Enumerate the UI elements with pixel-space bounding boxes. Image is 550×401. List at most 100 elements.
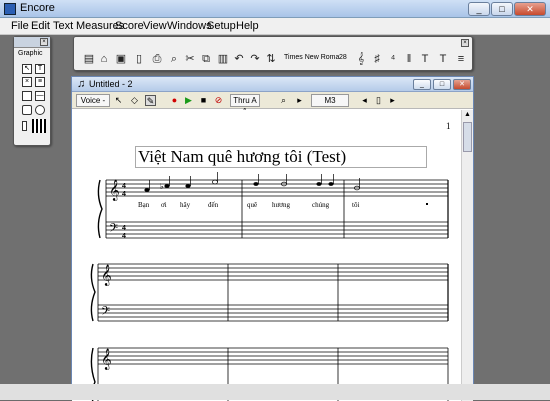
document-titlebar: ♫ Untitled - 2 _ □ ✕ — [72, 77, 473, 92]
doc-maximize-button[interactable]: □ — [433, 79, 451, 90]
lyric: hương — [272, 201, 290, 209]
maximize-button[interactable]: □ — [491, 2, 513, 16]
doc-minimize-button[interactable]: _ — [413, 79, 431, 90]
close-button[interactable]: ✕ — [514, 2, 546, 16]
flip-icon[interactable]: ⇅ — [264, 52, 278, 66]
bass-time-sig-top: 4 — [122, 225, 126, 232]
time-sig-top: 4 — [122, 183, 126, 190]
lyric: chúng — [312, 201, 330, 209]
menu-score[interactable]: Score — [115, 20, 144, 32]
undo-icon[interactable]: ↶ — [232, 52, 246, 66]
palette-header: × — [14, 37, 50, 48]
lyric: hãy — [180, 201, 191, 209]
line-tool-icon[interactable]: — — [35, 91, 45, 101]
menu-file[interactable]: File — [11, 20, 29, 32]
clef-icon[interactable]: 𝄞 — [354, 52, 368, 66]
status-bar — [0, 384, 550, 400]
arrow-tool-icon[interactable]: ↖ — [113, 95, 124, 106]
stop-icon[interactable]: ■ — [198, 95, 209, 106]
svg-text:♭: ♭ — [160, 182, 164, 191]
text-style-icon[interactable]: T — [436, 52, 450, 66]
text-block-icon[interactable]: T — [418, 52, 432, 66]
notes-measure-1: ♭ — [144, 172, 218, 192]
pencil-icon[interactable]: ✎ — [145, 95, 156, 106]
eraser-icon[interactable]: ◇ — [129, 95, 140, 106]
key-signature-icon[interactable]: ♯ — [370, 52, 384, 66]
treble-clef-icon: 𝄞 — [101, 265, 112, 286]
bass-clef-icon: 𝄢 — [109, 222, 118, 238]
redo-icon[interactable]: ↷ — [248, 52, 262, 66]
lines-tool-icon[interactable]: ≡ — [35, 77, 45, 87]
select-tool-icon[interactable]: ↖ — [22, 64, 32, 74]
document-window: ♫ Untitled - 2 _ □ ✕ Voice - ↖ ◇ ✎ ● ▶ ■… — [71, 76, 474, 401]
graphic-palette: × Graphic ↖ T × ≡ — — [13, 36, 51, 146]
time-sig-bottom: 4 — [122, 191, 126, 198]
time-signature-icon[interactable]: ⁴ — [386, 52, 400, 66]
cross-tool-icon[interactable]: × — [22, 77, 32, 87]
menu-bar: File Edit Text Measures Score View Windo… — [0, 18, 550, 35]
new-file-icon[interactable]: ▤ — [82, 52, 96, 66]
properties-icon[interactable]: ▯ — [132, 52, 146, 66]
document-toolbar: Voice - ↖ ◇ ✎ ● ▶ ■ ⊘ Thru A 1 ⌕ ▸ M3 ◂ … — [72, 92, 473, 116]
small-rect-tool-icon[interactable] — [22, 121, 27, 131]
bass-clef-icon: 𝄢 — [101, 305, 110, 321]
page-next-icon[interactable]: ▸ — [387, 95, 398, 106]
oval-tool-icon[interactable] — [35, 105, 45, 115]
treble-clef-icon: 𝄞 — [109, 180, 120, 201]
encore-app-icon — [4, 3, 16, 15]
doc-close-button[interactable]: ✕ — [453, 79, 471, 90]
bar-lines-icon[interactable]: ‖ — [402, 52, 416, 66]
lyric: ơi — [161, 201, 167, 209]
score-notation: 𝄞 𝄢 4 4 4 4 ♭ 𝄞 𝄢 𝄞 — [90, 172, 449, 401]
record-icon[interactable]: ● — [169, 95, 180, 106]
thru-field[interactable]: Thru A 1 — [230, 94, 260, 116]
rounded-rect-tool-icon[interactable] — [22, 105, 32, 115]
print-icon[interactable]: ⎙ — [150, 52, 164, 66]
system-2 — [90, 263, 449, 322]
font-name-field[interactable]: Times New Roma — [284, 54, 339, 61]
open-file-icon[interactable]: ⌂ — [97, 52, 111, 66]
no-entry-icon[interactable]: ⊘ — [213, 95, 224, 106]
menu-view[interactable]: View — [143, 20, 167, 32]
copy-icon[interactable]: ⧉ — [199, 52, 213, 66]
paste-icon[interactable]: ▥ — [216, 52, 230, 66]
text-handle — [426, 203, 428, 205]
magnifier-icon[interactable]: ⌕ — [278, 95, 289, 106]
arrow-left-icon[interactable]: ◂ — [359, 95, 370, 106]
minimize-button[interactable]: _ — [468, 2, 490, 16]
measure-field[interactable]: M3 — [311, 94, 349, 107]
add-staff-icon[interactable]: ≡ — [454, 52, 468, 66]
lyric: quê — [247, 201, 258, 209]
cut-icon[interactable]: ✂ — [183, 52, 197, 66]
score-page[interactable]: 1 Việt Nam quê hương tôi (Test) 𝄞 𝄢 4 4 … — [72, 110, 461, 401]
menu-edit[interactable]: Edit — [31, 20, 50, 32]
menu-text[interactable]: Text — [53, 20, 73, 32]
treble-clef-icon: 𝄞 — [101, 349, 112, 370]
toolbar-close-button[interactable]: × — [461, 39, 469, 47]
menu-windows[interactable]: Windows — [167, 20, 212, 32]
scroll-thumb[interactable] — [463, 122, 472, 152]
zoom-icon[interactable]: ⌕ — [167, 52, 181, 66]
app-titlebar: Encore _ □ ✕ — [0, 0, 550, 18]
main-toolbar: × ▤ ⌂ ▣ ▯ ⎙ ⌕ ✂ ⧉ ▥ ↶ ↷ ⇅ Times New Roma… — [73, 36, 473, 71]
document-title: Untitled - 2 — [89, 79, 133, 89]
play-icon[interactable]: ▶ — [183, 95, 194, 106]
vertical-scrollbar[interactable]: ▲ — [461, 110, 473, 401]
lyric: Bạn — [138, 201, 150, 209]
save-icon[interactable]: ▣ — [114, 52, 128, 66]
lyric: tôi — [352, 201, 360, 209]
menu-help[interactable]: Help — [236, 20, 259, 32]
barcode-tool-icon[interactable] — [32, 119, 46, 133]
page-icon[interactable]: ▯ — [373, 95, 384, 106]
square-tool-icon[interactable] — [22, 91, 32, 101]
font-size-field[interactable]: 28 — [339, 54, 347, 61]
voice-dropdown[interactable]: Voice - — [76, 94, 110, 107]
scroll-up-icon[interactable]: ▲ — [463, 111, 472, 120]
palette-close-button[interactable]: × — [40, 38, 48, 46]
bass-time-sig-bottom: 4 — [122, 233, 126, 240]
music-note-icon: ♫ — [77, 78, 86, 90]
text-tool-icon[interactable]: T — [35, 64, 45, 74]
app-title: Encore — [20, 2, 55, 14]
arrow-right-icon[interactable]: ▸ — [294, 95, 305, 106]
menu-setup[interactable]: Setup — [207, 20, 236, 32]
